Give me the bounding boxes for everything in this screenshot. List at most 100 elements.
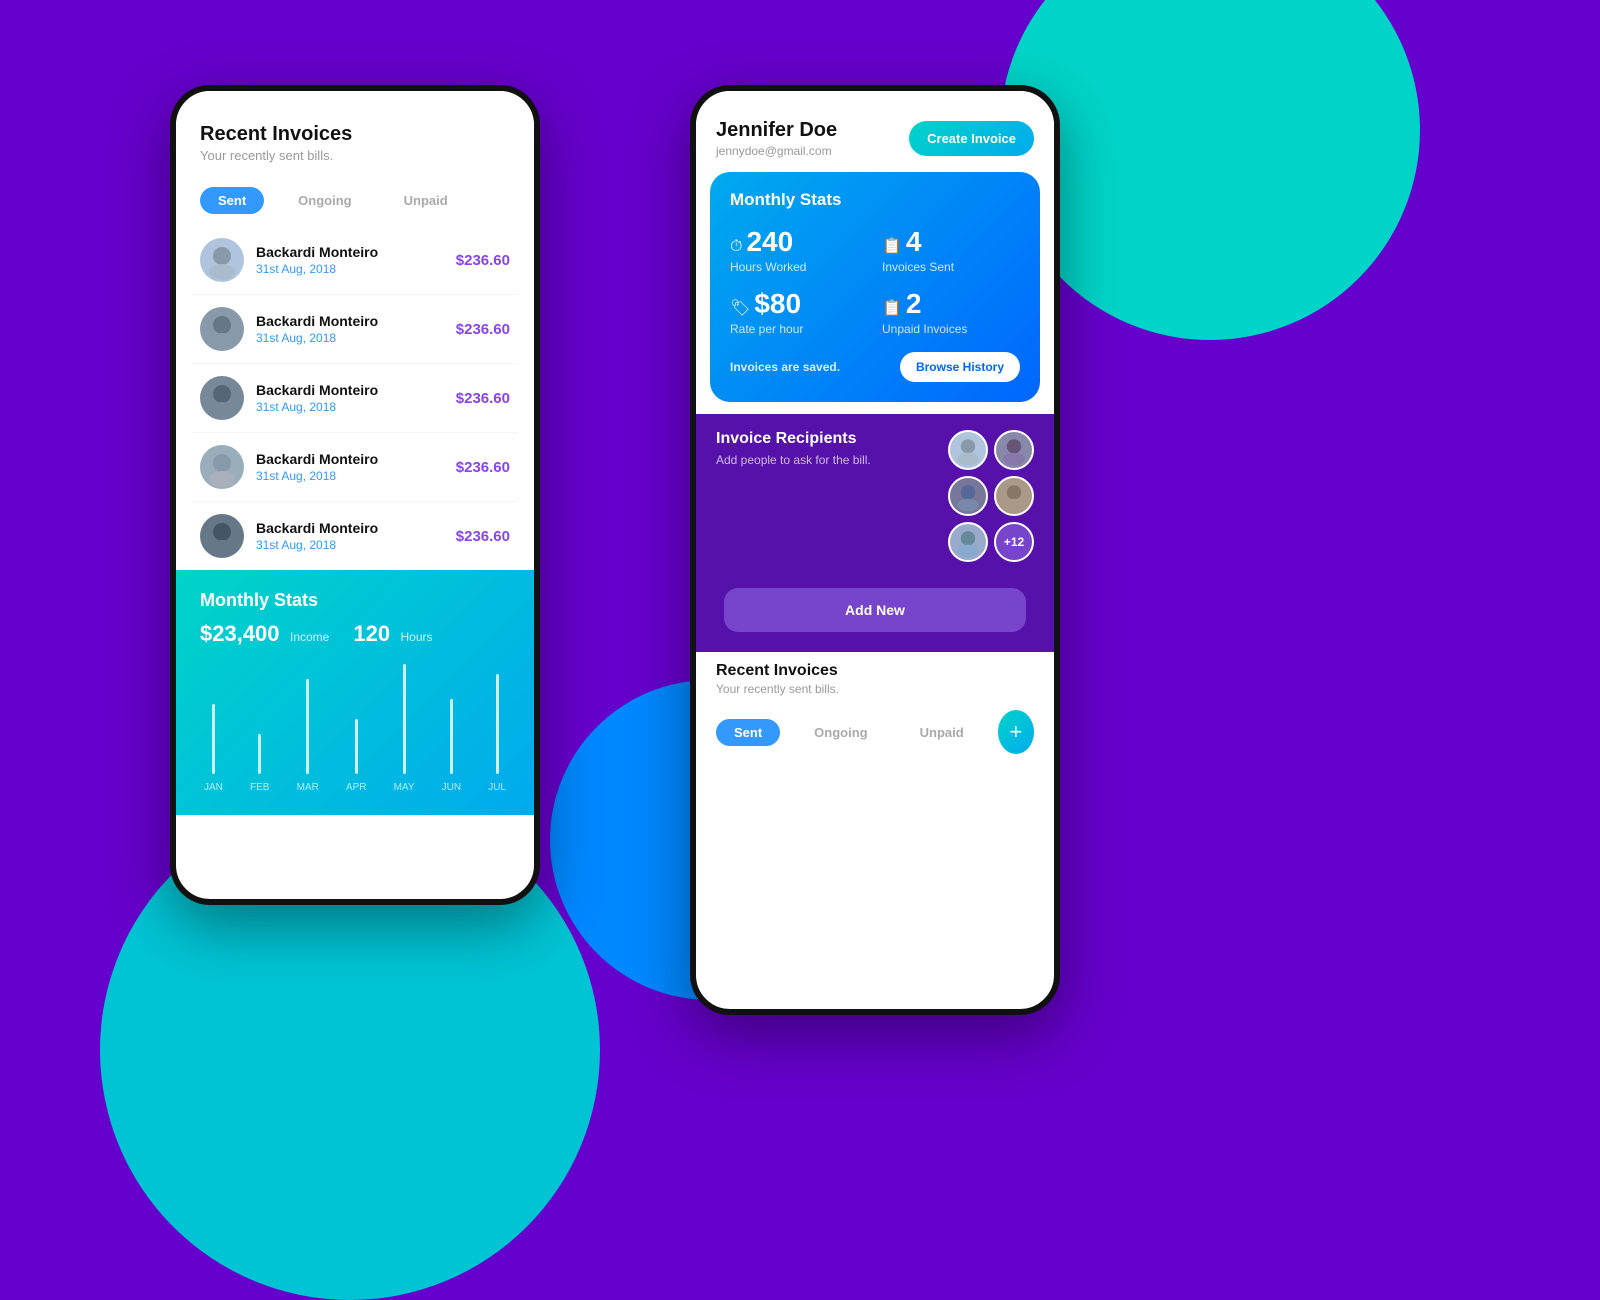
bar [450,699,453,774]
invoice-date: 31st Aug, 2018 [256,262,456,276]
invoice-date: 31st Aug, 2018 [256,400,456,414]
unpaid-value: 2 [906,288,922,320]
avatar [200,445,244,489]
monthly-stats-title-right: Monthly Stats [730,190,1020,210]
recipients-title: Invoice Recipients [716,430,871,448]
chart-column: FEB [250,734,269,793]
stat-invoices-sent: 📋 4 Invoices Sent [882,226,1020,274]
invoice-name: Backardi Monteiro [256,244,456,260]
stat-hours: 120 Hours [353,621,432,647]
income-label: Income [290,630,329,644]
tab-ongoing-left[interactable]: Ongoing [280,187,369,214]
rate-label: Rate per hour [730,322,868,336]
recent-invoices-bottom: Recent Invoices Your recently sent bills… [696,652,1054,702]
invoice-name: Backardi Monteiro [256,520,456,536]
monthly-stats-title-left: Monthly Stats [200,590,510,611]
bar [355,719,358,774]
invoice-name: Backardi Monteiro [256,451,456,467]
recent-invoices-title: Recent Invoices [716,662,1034,680]
phone-right: Jennifer Doe jennydoe@gmail.com Create I… [690,85,1060,1015]
tab-sent-right[interactable]: Sent [716,719,780,746]
chart-column: JAN [204,704,223,793]
avatar [200,514,244,558]
bar-chart: JAN FEB MAR APR MAY JUN JUL [200,663,510,793]
recent-invoices-subtitle: Your recently sent bills. [716,682,1034,696]
chart-column: APR [346,719,367,793]
hours-worked-label: Hours Worked [730,260,868,274]
rate-icon: 🏷 [730,298,750,318]
create-invoice-button[interactable]: Create Invoice [909,121,1034,156]
invoices-sent-value: 4 [906,226,922,258]
extra-count-badge[interactable]: +12 [994,522,1034,562]
invoice-list-left: Backardi Monteiro 31st Aug, 2018 $236.60… [176,226,534,570]
rate-value: $80 [754,288,801,320]
tab-unpaid-left[interactable]: Unpaid [386,187,466,214]
invoice-amount: $236.60 [456,252,510,269]
monthly-stats-card: Monthly Stats ⏱ 240 Hours Worked 📋 4 Inv… [710,172,1040,402]
table-row[interactable]: Backardi Monteiro 31st Aug, 2018 $236.60 [192,433,518,502]
unpaid-icon: 📋 [882,298,902,318]
phone-left-subtitle: Your recently sent bills. [200,148,510,163]
bar [306,679,309,774]
invoice-info: Backardi Monteiro 31st Aug, 2018 [256,382,456,414]
invoice-date: 31st Aug, 2018 [256,469,456,483]
hours-worked-icon: ⏱ [730,238,742,256]
tab-ongoing-right[interactable]: Ongoing [796,719,885,746]
recipients-info: Invoice Recipients Add people to ask for… [716,430,871,469]
invoice-info: Backardi Monteiro 31st Aug, 2018 [256,451,456,483]
avatar[interactable] [948,522,988,562]
avatar[interactable] [994,476,1034,516]
avatar[interactable] [948,430,988,470]
stat-income: $23,400 Income [200,621,329,647]
invoice-amount: $236.60 [456,390,510,407]
invoice-info: Backardi Monteiro 31st Aug, 2018 [256,244,456,276]
bottom-tab-bar: Sent Ongoing Unpaid + [696,702,1054,762]
avatar[interactable] [948,476,988,516]
tab-sent-left[interactable]: Sent [200,187,264,214]
bar [212,704,215,774]
phone-left-title: Recent Invoices [200,123,510,146]
tab-unpaid-right[interactable]: Unpaid [902,719,982,746]
chart-x-label: MAR [297,782,319,793]
stats-grid: ⏱ 240 Hours Worked 📋 4 Invoices Sent 🏷 $… [730,226,1020,336]
recipients-subtitle: Add people to ask for the bill. [716,452,871,469]
invoice-name: Backardi Monteiro [256,382,456,398]
table-row[interactable]: Backardi Monteiro 31st Aug, 2018 $236.60 [192,364,518,433]
table-row[interactable]: Backardi Monteiro 31st Aug, 2018 $236.60 [192,295,518,364]
invoice-amount: $236.60 [456,528,510,545]
user-email: jennydoe@gmail.com [716,144,837,158]
chart-x-label: JUN [442,782,461,793]
user-name: Jennifer Doe [716,119,837,142]
bottom-tab-inner: Sent Ongoing Unpaid [716,719,982,746]
hours-value: 120 [353,621,390,646]
add-invoice-button[interactable]: + [998,710,1034,754]
chart-x-label: APR [346,782,367,793]
chart-column: MAR [297,679,319,793]
chart-x-label: FEB [250,782,269,793]
chart-x-label: JUL [488,782,506,793]
invoice-amount: $236.60 [456,321,510,338]
phone-left: Recent Invoices Your recently sent bills… [170,85,540,905]
bar [258,734,261,774]
browse-history-button[interactable]: Browse History [900,352,1020,382]
avatar [200,307,244,351]
phone-left-header: Recent Invoices Your recently sent bills… [176,91,534,179]
bar [496,674,499,774]
avatar[interactable] [994,430,1034,470]
recipients-avatars: +12 [948,430,1034,562]
invoice-name: Backardi Monteiro [256,313,456,329]
invoices-sent-icon: 📋 [882,236,902,256]
add-new-button[interactable]: Add New [724,588,1026,632]
hours-label: Hours [401,630,433,644]
chart-column: JUL [488,674,506,793]
stat-unpaid-invoices: 📋 2 Unpaid Invoices [882,288,1020,336]
table-row[interactable]: Backardi Monteiro 31st Aug, 2018 $236.60 [192,502,518,570]
unpaid-label: Unpaid Invoices [882,322,1020,336]
recipients-section: Invoice Recipients Add people to ask for… [696,414,1054,578]
chart-column: MAY [394,664,415,793]
user-info: Jennifer Doe jennydoe@gmail.com [716,119,837,158]
income-value: $23,400 [200,621,280,646]
invoice-info: Backardi Monteiro 31st Aug, 2018 [256,520,456,552]
table-row[interactable]: Backardi Monteiro 31st Aug, 2018 $236.60 [192,226,518,295]
chart-x-label: MAY [394,782,415,793]
